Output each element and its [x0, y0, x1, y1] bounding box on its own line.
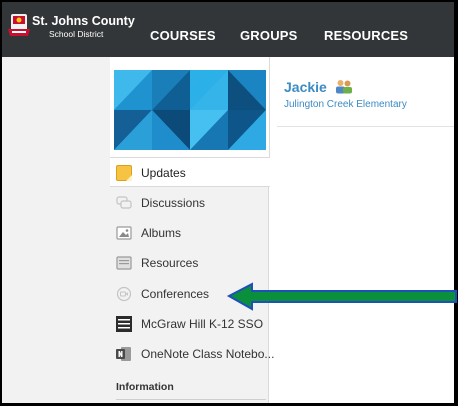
district-logo-icon[interactable] [8, 14, 30, 38]
resources-icon [116, 256, 132, 270]
sidebar-item-label: Albums [141, 226, 182, 240]
sidebar-item-label: Updates [141, 166, 186, 180]
sidebar-item-resources[interactable]: Resources [110, 248, 270, 278]
sidebar-item-onenote[interactable]: OneNote Class Notebo... [110, 339, 274, 369]
group-banner-container [110, 57, 270, 158]
discussions-icon [116, 196, 132, 209]
users-group-icon [336, 80, 352, 94]
onenote-icon [116, 347, 131, 361]
sidebar-item-conferences[interactable]: Conferences [110, 279, 270, 309]
top-navigation-bar: St. Johns County School District COURSES… [2, 2, 454, 57]
sidebar-item-label: OneNote Class Notebo... [141, 347, 275, 361]
sidebar-item-label: Resources [141, 256, 199, 270]
nav-courses[interactable]: COURSES [150, 28, 216, 43]
nav-resources[interactable]: RESOURCES [324, 28, 408, 43]
profile-school[interactable]: Julington Creek Elementary [284, 99, 407, 110]
conferences-icon [116, 286, 132, 302]
profile-name[interactable]: Jackie [284, 79, 327, 95]
albums-icon [116, 226, 132, 240]
sidebar-item-label: Conferences [141, 287, 210, 301]
sidebar-item-discussions[interactable]: Discussions [110, 188, 270, 218]
mcgraw-hill-icon [116, 316, 132, 332]
sidebar-item-albums[interactable]: Albums [110, 218, 270, 248]
district-subtitle[interactable]: School District [49, 29, 103, 39]
information-divider [116, 399, 266, 400]
sidebar-item-label: McGraw Hill K-12 SSO [141, 317, 264, 331]
information-section-header: Information [116, 381, 174, 393]
sidebar-item-mcgraw-hill[interactable]: McGraw Hill K-12 SSO [110, 309, 270, 339]
group-banner-image [114, 70, 266, 150]
updates-icon [116, 165, 132, 181]
app-frame: St. Johns County School District COURSES… [2, 2, 454, 403]
district-name[interactable]: St. Johns County [32, 15, 135, 28]
nav-groups[interactable]: GROUPS [240, 28, 298, 43]
content-divider [277, 126, 454, 127]
sidebar-item-updates[interactable]: Updates [110, 157, 270, 187]
sidebar-item-label: Discussions [141, 196, 206, 210]
